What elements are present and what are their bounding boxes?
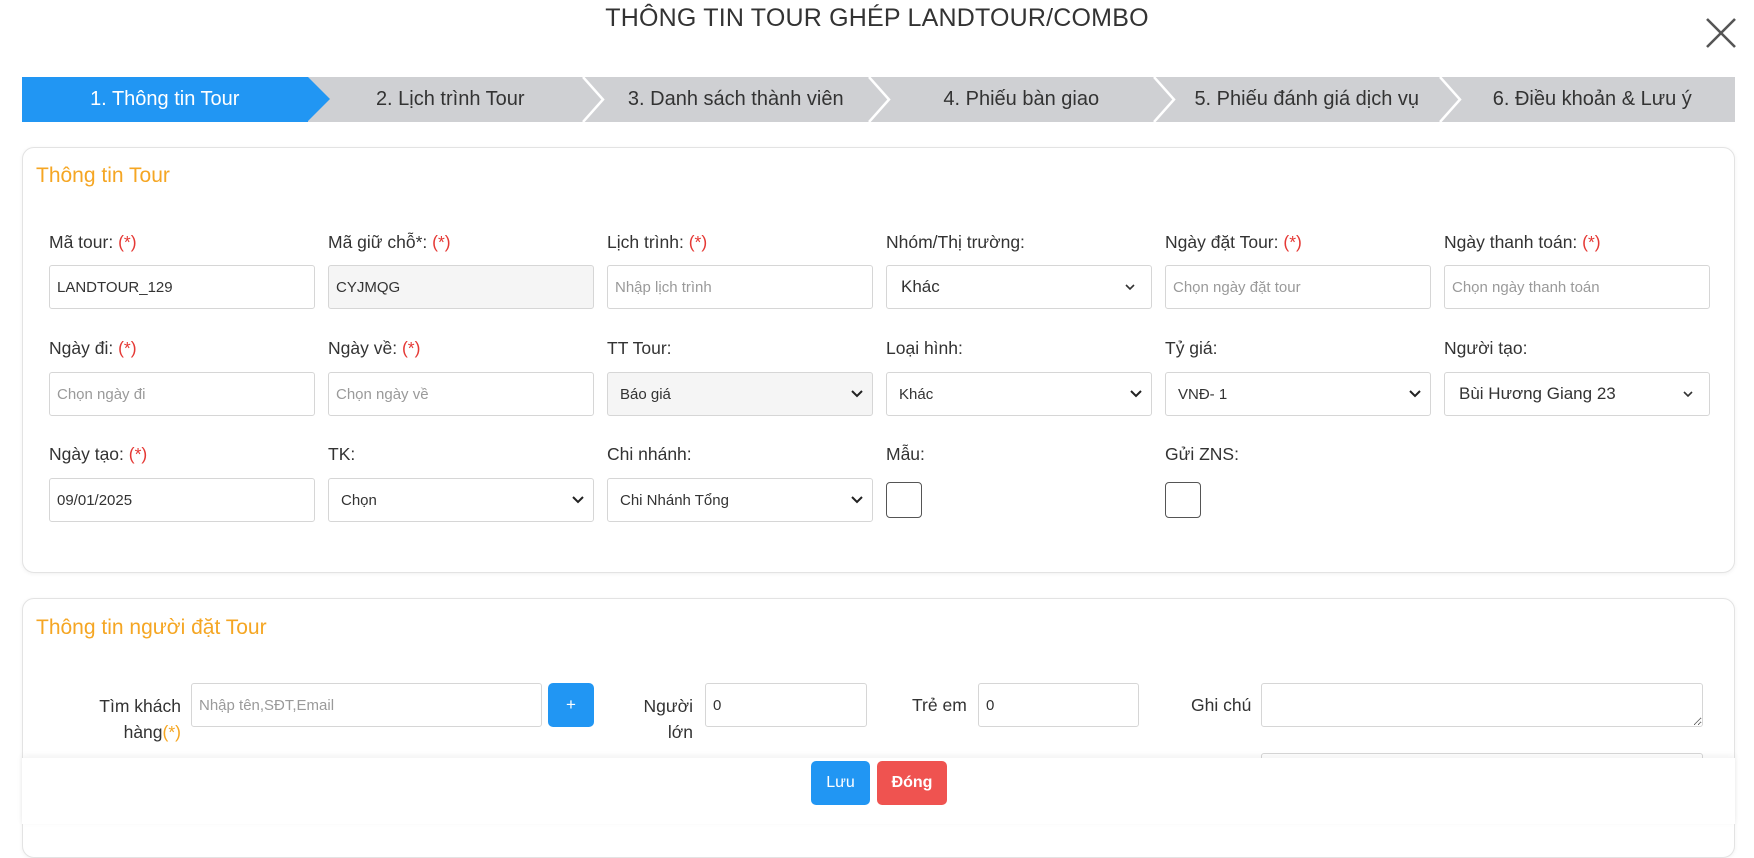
step-separator-icon	[582, 77, 605, 122]
ngay-tao-input[interactable]	[49, 478, 315, 522]
tre-em-input[interactable]	[978, 683, 1139, 727]
modal-title: THÔNG TIN TOUR GHÉP LANDTOUR/COMBO	[605, 4, 1149, 32]
loai-hinh-select[interactable]: Khác	[886, 372, 1152, 416]
step-separator-icon	[1438, 77, 1462, 122]
tab-phieu-ban-giao[interactable]: 4. Phiếu bàn giao	[879, 77, 1176, 122]
step-label: 3. Danh sách thành viên	[627, 88, 844, 110]
chi-nhanh-select[interactable]: Chi Nhánh Tổng	[607, 478, 873, 522]
section-title: Thông tin Tour	[36, 164, 170, 187]
select-value: Báo giá	[620, 385, 671, 403]
gui-zns-checkbox[interactable]	[1165, 482, 1201, 518]
tim-khach-hang-label: Tìm khách hàng(*)	[99, 696, 181, 742]
ngay-di-label: Ngày đi: (*)	[49, 338, 137, 358]
tab-thong-tin-tour[interactable]: 1. Thông tin Tour	[22, 77, 329, 122]
step-label: 2. Lịch trình Tour	[375, 88, 525, 110]
nguoi-tao-label: Người tạo:	[1444, 338, 1528, 358]
nguoi-lon-input[interactable]	[705, 683, 867, 727]
chevron-down-icon	[1125, 284, 1135, 291]
chevron-down-icon	[1409, 390, 1421, 398]
step-separator-icon	[867, 77, 891, 122]
select-value: VNĐ- 1	[1178, 385, 1228, 403]
ma-giu-cho-label: Mã giữ chỗ*: (*)	[328, 232, 451, 252]
select-value: Chi Nhánh Tổng	[620, 491, 729, 509]
tk-label: TK:	[328, 444, 356, 464]
wizard-steps: 1. Thông tin Tour 2. Lịch trình Tour 3. …	[22, 77, 1735, 122]
tre-em-label: Trẻ em	[912, 695, 967, 715]
ma-giu-cho-input	[328, 265, 594, 309]
ngay-ve-label: Ngày về: (*)	[328, 338, 421, 358]
mau-label: Mẫu:	[886, 444, 925, 464]
modal-footer: Lưu Đóng	[22, 758, 1735, 824]
ma-tour-label: Mã tour: (*)	[49, 232, 137, 252]
close-button[interactable]: Đóng	[877, 761, 947, 805]
ngay-dat-tour-label: Ngày đặt Tour: (*)	[1165, 232, 1302, 252]
step-label: 1. Thông tin Tour	[90, 88, 240, 110]
tt-tour-label: TT Tour:	[607, 338, 672, 358]
ngay-di-input[interactable]	[49, 372, 315, 416]
chevron-down-icon	[1683, 391, 1693, 398]
tab-dieu-khoan-luu-y[interactable]: 6. Điều khoản & Lưu ý	[1450, 77, 1736, 122]
ngay-thanh-toan-label: Ngày thanh toán: (*)	[1444, 232, 1601, 252]
select-value: Chọn	[341, 491, 377, 509]
step-label: 6. Điều khoản & Lưu ý	[1492, 88, 1692, 110]
tab-phieu-danh-gia-dich-vu[interactable]: 5. Phiếu đánh giá dịch vụ	[1164, 77, 1462, 122]
tk-select[interactable]: Chọn	[328, 478, 594, 522]
nhom-thi-truong-label: Nhóm/Thị trường:	[886, 232, 1025, 252]
loai-hinh-label: Loại hình:	[886, 338, 963, 358]
ty-gia-label: Tỷ giá:	[1165, 338, 1218, 358]
mau-checkbox[interactable]	[886, 482, 922, 518]
chevron-down-icon	[851, 496, 863, 504]
ngay-dat-tour-input[interactable]	[1165, 265, 1431, 309]
select-value: Bùi Hương Giang 23	[1459, 384, 1616, 403]
ghi-chu-textarea[interactable]	[1261, 683, 1703, 727]
ngay-ve-input[interactable]	[328, 372, 594, 416]
section-title: Thông tin người đặt Tour	[36, 616, 267, 639]
add-customer-button[interactable]: +	[548, 683, 594, 727]
nguoi-lon-label: Người lớn	[643, 696, 693, 742]
ghi-chu-label: Ghi chú	[1191, 695, 1252, 715]
step-label: 4. Phiếu bàn giao	[943, 88, 1100, 110]
lich-trinh-label: Lịch trình: (*)	[607, 232, 708, 252]
ty-gia-select[interactable]: VNĐ- 1	[1165, 372, 1431, 416]
save-button[interactable]: Lưu	[811, 761, 870, 805]
select-value: Khác	[899, 385, 934, 403]
step-label: 5. Phiếu đánh giá dịch vụ	[1194, 88, 1420, 110]
tab-lich-trinh-tour[interactable]: 2. Lịch trình Tour	[308, 77, 605, 122]
nhom-thi-truong-select[interactable]: Khác	[886, 265, 1152, 309]
ma-tour-input[interactable]	[49, 265, 315, 309]
chevron-down-icon	[851, 390, 863, 398]
select-value: Khác	[901, 277, 940, 296]
tim-khach-hang-input[interactable]	[191, 683, 542, 727]
lich-trinh-input[interactable]	[607, 265, 873, 309]
close-icon[interactable]	[1704, 16, 1738, 50]
chi-nhanh-label: Chi nhánh:	[607, 444, 692, 464]
ngay-thanh-toan-input[interactable]	[1444, 265, 1710, 309]
step-separator-icon	[1153, 77, 1176, 122]
gui-zns-label: Gửi ZNS:	[1165, 444, 1239, 464]
tt-tour-select[interactable]: Báo giá	[607, 372, 873, 416]
nguoi-tao-select[interactable]: Bùi Hương Giang 23	[1444, 372, 1710, 416]
tour-info-card: Thông tin Tour Mã tour: (*) Mã giữ chỗ*:…	[22, 147, 1735, 573]
chevron-down-icon	[572, 496, 584, 504]
ngay-tao-label: Ngày tạo: (*)	[49, 444, 148, 464]
chevron-down-icon	[1130, 390, 1142, 398]
tab-danh-sach-thanh-vien[interactable]: 3. Danh sách thành viên	[593, 77, 891, 122]
